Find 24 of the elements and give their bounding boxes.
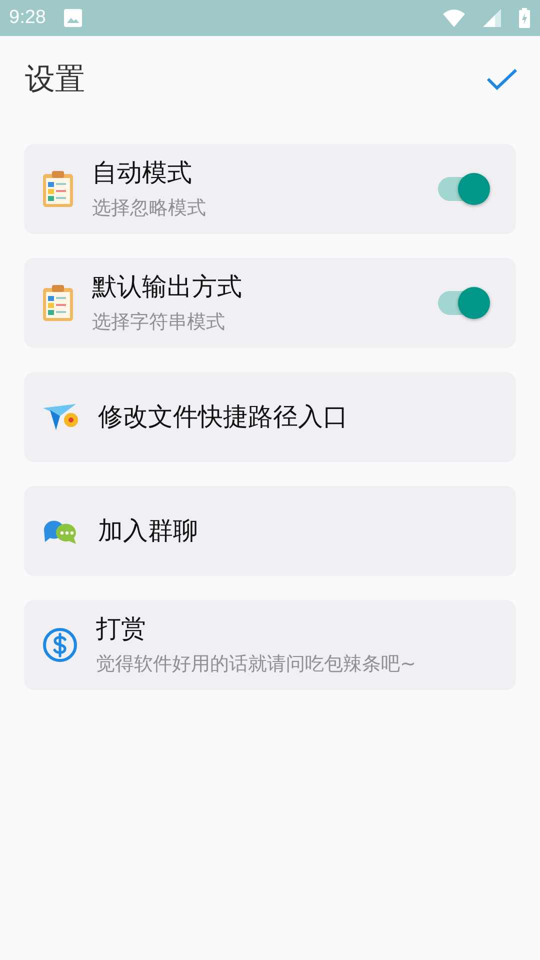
battery-icon [519,8,530,28]
clipboard-icon [42,170,74,208]
settings-item[interactable]: 加入群聊 [24,486,516,576]
image-icon [64,9,82,27]
paper-plane-icon [42,402,80,432]
item-title: 默认输出方式 [92,272,243,302]
page-title: 设置 [25,60,86,98]
settings-item[interactable]: 打赏 觉得软件好用的话就请问吃包辣条吧~ [24,600,516,690]
signal-icon [483,9,501,27]
item-title: 自动模式 [92,158,193,188]
item-subtitle: 觉得软件好用的话就请问吃包辣条吧~ [96,652,417,676]
clipboard-icon [42,284,74,322]
item-title: 打赏 [96,614,147,644]
settings-item[interactable]: 自动模式 选择忽略模式 [24,144,516,234]
item-title: 修改文件快捷路径入口 [98,402,349,432]
dollar-icon [42,627,78,663]
item-subtitle: 选择忽略模式 [92,196,207,220]
settings-item[interactable]: 修改文件快捷路径入口 [24,372,516,462]
wifi-icon [443,9,465,27]
item-subtitle: 选择字符串模式 [92,310,226,334]
item-title: 加入群聊 [98,516,199,546]
status-time: 9:28 [9,7,46,29]
settings-item[interactable]: 默认输出方式 选择字符串模式 [24,258,516,348]
check-icon[interactable] [486,67,518,91]
